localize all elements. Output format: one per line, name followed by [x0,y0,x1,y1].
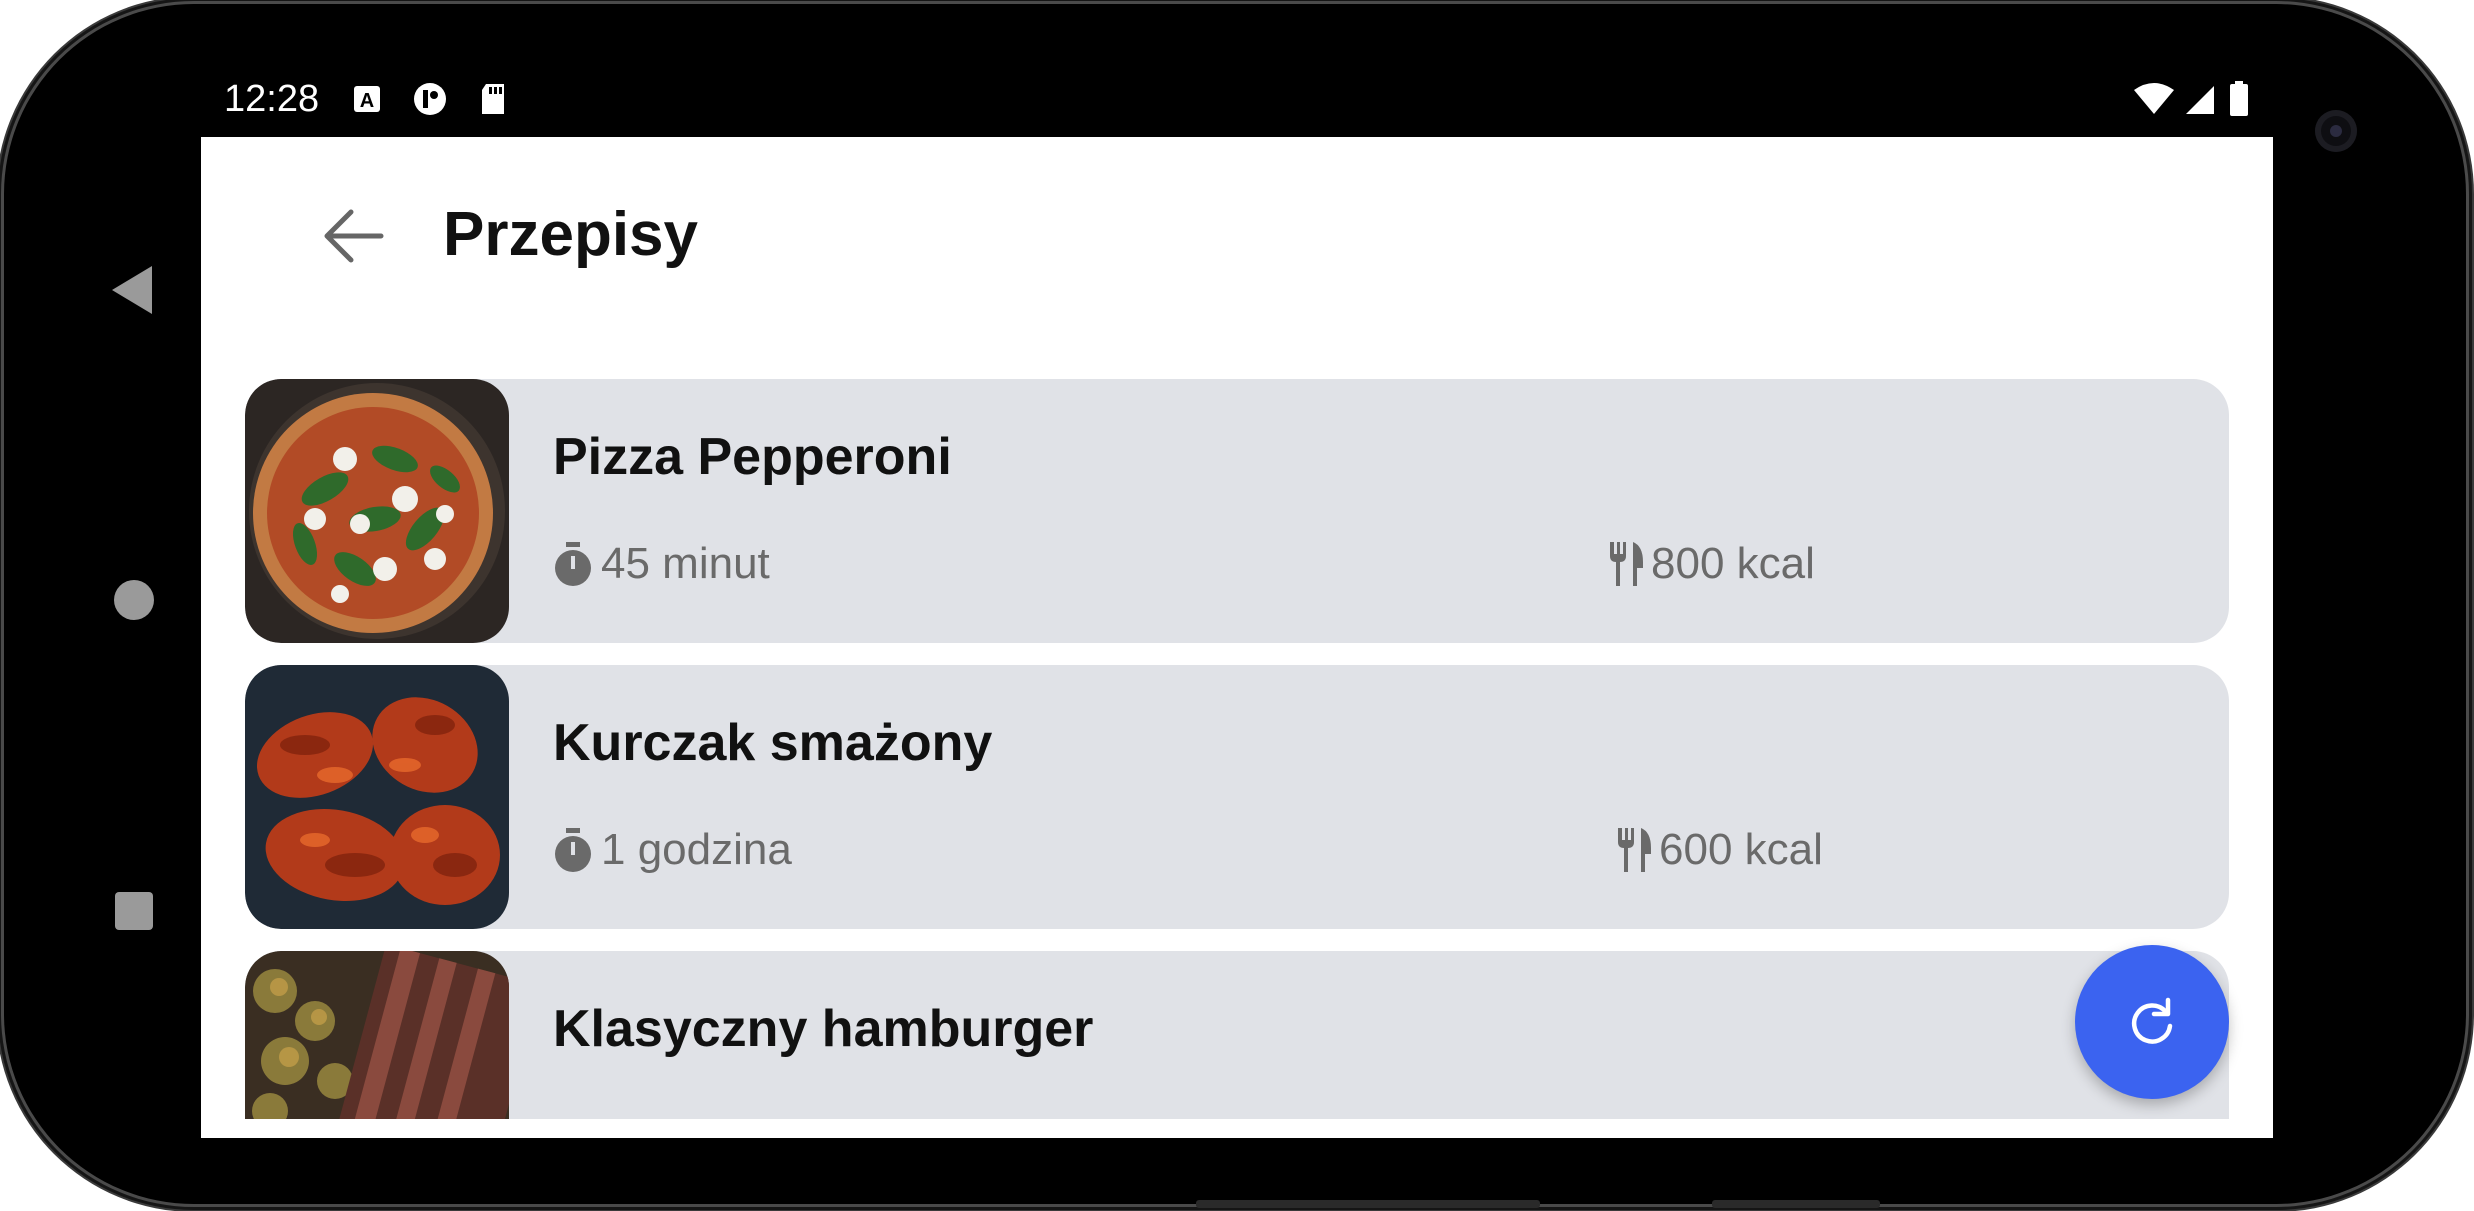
list-bottom-edge [201,1119,2273,1138]
a-badge-icon: A [354,86,380,112]
cutlery-icon [1610,542,1643,586]
status-right-icons [2134,81,2248,116]
app-screen: Przepisy Pizza Pepperoni 45 minut 800 kc… [201,137,2273,1138]
status-bar: 12:28 A [200,72,2280,128]
refresh-button[interactable] [2075,945,2229,1099]
battery-icon [2230,84,2248,116]
cutlery-icon [1618,828,1651,872]
recipe-image-pizza [245,379,509,643]
top-app-bar: Przepisy [201,137,2273,337]
sd-card-icon [482,84,504,114]
recipe-time-text: 45 minut [601,539,770,588]
recipe-time: 45 minut [551,539,770,589]
recipe-card[interactable]: Kurczak smażony 1 godzina 600 kcal [245,665,2229,929]
volume-button [1196,1200,1540,1208]
recipe-title: Pizza Pepperoni [553,428,952,486]
power-button [1712,1200,1880,1208]
recipe-calories: 600 kcal [1615,825,1823,875]
recipe-title: Klasyczny hamburger [553,1000,1094,1058]
recipe-time: 1 godzina [551,825,792,875]
recipe-title: Kurczak smażony [553,714,993,772]
status-time: 12:28 [224,78,320,120]
recipe-calories-text: 800 kcal [1651,539,1815,588]
front-camera [2315,110,2357,152]
recipe-image-steak-potatoes [245,951,509,1138]
wifi-icon [2134,83,2174,114]
page-title: Przepisy [443,200,699,269]
recipe-calories: 800 kcal [1607,539,1815,589]
recipe-time-text: 1 godzina [601,825,792,874]
timer-icon [555,828,591,872]
account-icon [414,83,446,115]
nav-home-button[interactable] [114,580,154,620]
recipe-card[interactable]: Pizza Pepperoni 45 minut 800 kcal [245,379,2229,643]
nav-back-button[interactable] [112,266,152,314]
timer-icon [555,542,591,586]
recipe-card[interactable]: Klasyczny hamburger [245,951,2229,1138]
signal-icon [2186,86,2214,114]
svg-text:A: A [360,90,374,112]
arrow-back-icon[interactable] [321,203,387,269]
refresh-icon [2131,997,2173,1044]
recipe-image-fried-chicken [245,665,509,929]
nav-recents-button[interactable] [115,892,153,930]
recipe-calories-text: 600 kcal [1659,825,1823,874]
